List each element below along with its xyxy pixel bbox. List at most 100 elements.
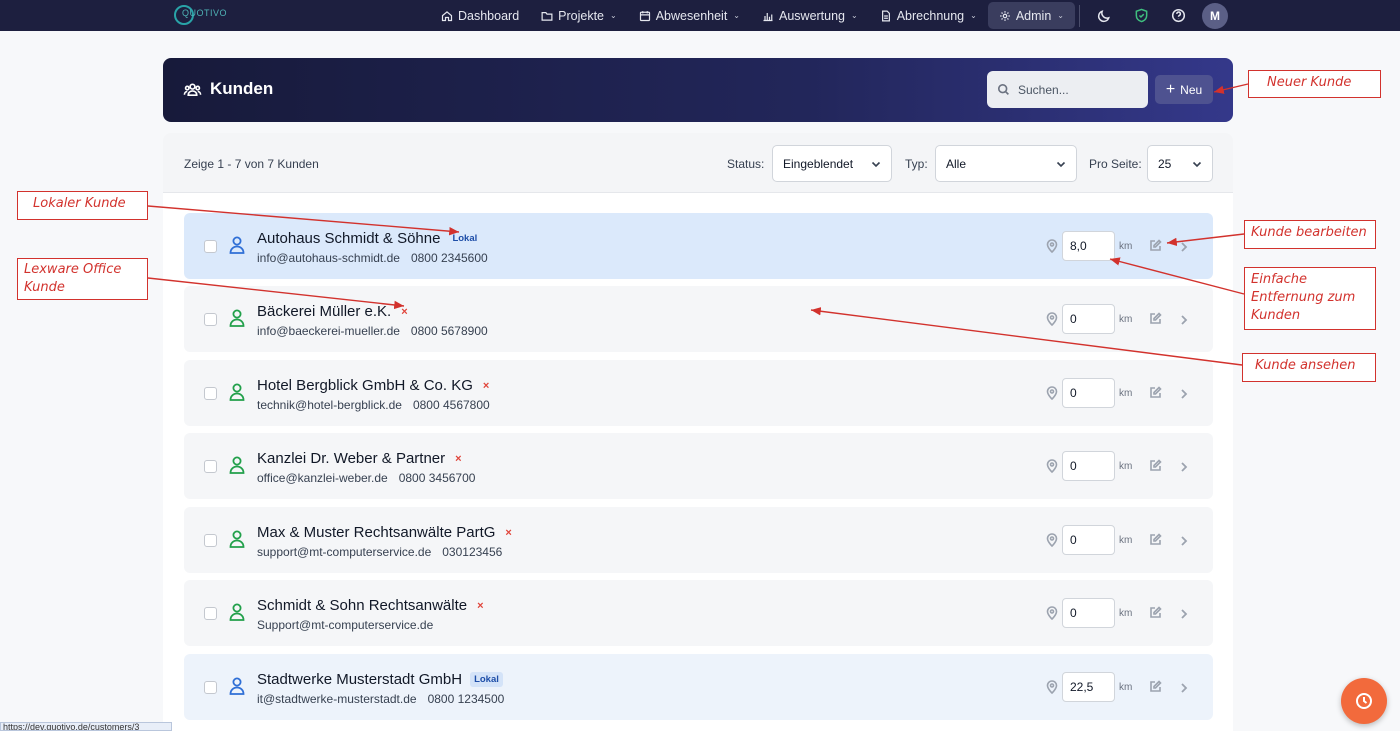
distance-input[interactable] [1062, 378, 1115, 408]
per-page-select[interactable]: 25 [1147, 145, 1213, 182]
customer-email: info@autohaus-schmidt.de [257, 251, 400, 265]
nav-item-admin[interactable]: Admin ⌄ [987, 2, 1075, 29]
distance-input[interactable] [1062, 525, 1115, 555]
distance-input[interactable] [1062, 598, 1115, 628]
help-button[interactable] [1165, 2, 1193, 30]
lexware-x-icon: × [505, 526, 512, 539]
distance-input[interactable] [1062, 451, 1115, 481]
customer-row[interactable]: Kanzlei Dr. Weber & Partner × office@kan… [184, 433, 1213, 499]
users-icon [183, 82, 202, 96]
customer-name[interactable]: Schmidt & Sohn Rechtsanwälte × [257, 597, 484, 614]
customer-name[interactable]: Autohaus Schmidt & Söhne Lokal [257, 230, 481, 247]
row-checkbox[interactable] [204, 387, 217, 400]
top-navigation: QUOTIVO Dashboard Projekte ⌄ Abwesenheit… [0, 0, 1400, 31]
chevron-right-icon[interactable] [1179, 313, 1189, 325]
customer-name[interactable]: Hotel Bergblick GmbH & Co. KG × [257, 377, 489, 394]
customer-row[interactable]: Stadtwerke Musterstadt GmbH Lokal it@sta… [184, 654, 1213, 720]
lexware-customer-user-icon [229, 308, 245, 328]
edit-icon[interactable] [1149, 680, 1162, 693]
distance-input[interactable] [1062, 231, 1115, 261]
customer-row[interactable]: Autohaus Schmidt & Söhne Lokal info@auto… [184, 213, 1213, 279]
status-select-value: Eingeblendet [783, 156, 854, 171]
results-count: Zeige 1 - 7 von 7 Kunden [184, 157, 319, 171]
customer-name[interactable]: Max & Muster Rechtsanwälte PartG × [257, 524, 512, 541]
row-checkbox[interactable] [204, 313, 217, 326]
customer-email: support@mt-computerservice.de [257, 545, 432, 559]
customer-name[interactable]: Stadtwerke Musterstadt GmbH Lokal [257, 671, 503, 688]
row-checkbox[interactable] [204, 681, 217, 694]
chevron-right-icon[interactable] [1179, 534, 1189, 546]
search-input[interactable] [1018, 82, 1138, 97]
new-button-label: Neu [1180, 82, 1203, 97]
home-icon [441, 10, 453, 21]
nav-item-abrechnung[interactable]: Abrechnung ⌄ [869, 2, 988, 29]
map-pin-icon [1046, 680, 1058, 695]
row-checkbox[interactable] [204, 534, 217, 547]
customer-email: it@stadtwerke-musterstadt.de [257, 692, 417, 706]
nav-item-projekte[interactable]: Projekte ⌄ [530, 2, 628, 29]
customer-contact: Support@mt-computerservice.de [257, 618, 433, 632]
chevron-right-icon[interactable] [1179, 387, 1189, 399]
customer-row[interactable]: Hotel Bergblick GmbH & Co. KG × technik@… [184, 360, 1213, 426]
annotation-view-customer: Kunde ansehen [1242, 353, 1376, 382]
nav-item-label: Auswertung [779, 8, 846, 23]
customer-name[interactable]: Bäckerei Müller e.K. × [257, 303, 408, 320]
customer-name-text: Bäckerei Müller e.K. [257, 303, 392, 320]
row-checkbox[interactable] [204, 607, 217, 620]
type-select[interactable]: Alle [935, 145, 1077, 182]
edit-icon[interactable] [1149, 239, 1162, 252]
customer-phone: 030123456 [442, 545, 503, 559]
app-logo[interactable]: QUOTIVO [172, 3, 227, 25]
gear-icon [999, 10, 1010, 21]
nav-item-dashboard[interactable]: Dashboard [430, 2, 530, 29]
chevron-right-icon[interactable] [1179, 240, 1189, 252]
edit-icon[interactable] [1149, 606, 1162, 619]
map-pin-icon [1046, 312, 1058, 327]
search-box[interactable] [987, 71, 1148, 108]
edit-icon[interactable] [1149, 312, 1162, 325]
distance-input[interactable] [1062, 304, 1115, 334]
nav-item-auswertung[interactable]: Auswertung ⌄ [751, 2, 869, 29]
lexware-x-icon: × [455, 452, 462, 465]
nav-item-abwesenheit[interactable]: Abwesenheit ⌄ [628, 2, 751, 29]
annotation-text: Kunden [1251, 308, 1301, 323]
security-button[interactable] [1128, 2, 1156, 30]
type-filter-label: Typ: [905, 157, 928, 171]
chevron-right-icon[interactable] [1179, 460, 1189, 472]
customer-phone: 0800 2345600 [410, 251, 488, 265]
customer-name[interactable]: Kanzlei Dr. Weber & Partner × [257, 450, 462, 467]
edit-icon[interactable] [1149, 459, 1162, 472]
row-checkbox[interactable] [204, 240, 217, 253]
customer-row[interactable]: Schmidt & Sohn Rechtsanwälte × Support@m… [184, 580, 1213, 646]
lexware-x-icon: × [477, 599, 484, 612]
status-select[interactable]: Eingeblendet [772, 145, 892, 182]
clock-icon [1356, 693, 1372, 709]
chevron-right-icon[interactable] [1179, 681, 1189, 693]
edit-icon[interactable] [1149, 533, 1162, 546]
row-checkbox[interactable] [204, 460, 217, 473]
map-pin-icon [1046, 606, 1058, 621]
chevron-right-icon[interactable] [1179, 607, 1189, 619]
chevron-down-icon: ⌄ [733, 11, 740, 20]
help-circle-icon [1172, 8, 1186, 23]
dark-mode-toggle[interactable] [1091, 2, 1119, 30]
status-filter-label: Status: [727, 157, 765, 171]
document-icon [881, 10, 890, 21]
customer-row[interactable]: Max & Muster Rechtsanwälte PartG × suppo… [184, 507, 1213, 573]
local-badge: Lokal [470, 672, 503, 687]
distance-unit: km [1119, 314, 1133, 325]
new-customer-button[interactable]: + Neu [1155, 75, 1213, 104]
map-pin-icon [1046, 239, 1058, 254]
distance-input[interactable] [1062, 672, 1115, 702]
customer-row[interactable]: Bäckerei Müller e.K. × info@baeckerei-mu… [184, 286, 1213, 352]
lexware-customer-user-icon [229, 382, 245, 402]
nav-menu: Dashboard Projekte ⌄ Abwesenheit ⌄ Auswe… [430, 0, 1228, 31]
edit-icon[interactable] [1149, 386, 1162, 399]
time-tracking-button[interactable] [1341, 678, 1387, 724]
chevron-down-icon: ⌄ [1057, 11, 1064, 20]
customer-name-text: Kanzlei Dr. Weber & Partner [257, 450, 446, 467]
user-avatar[interactable]: M [1201, 2, 1228, 29]
page-title: Kunden [183, 79, 273, 99]
annotation-text: Kunde bearbeiten [1251, 225, 1367, 240]
chevron-down-icon [1056, 161, 1066, 168]
